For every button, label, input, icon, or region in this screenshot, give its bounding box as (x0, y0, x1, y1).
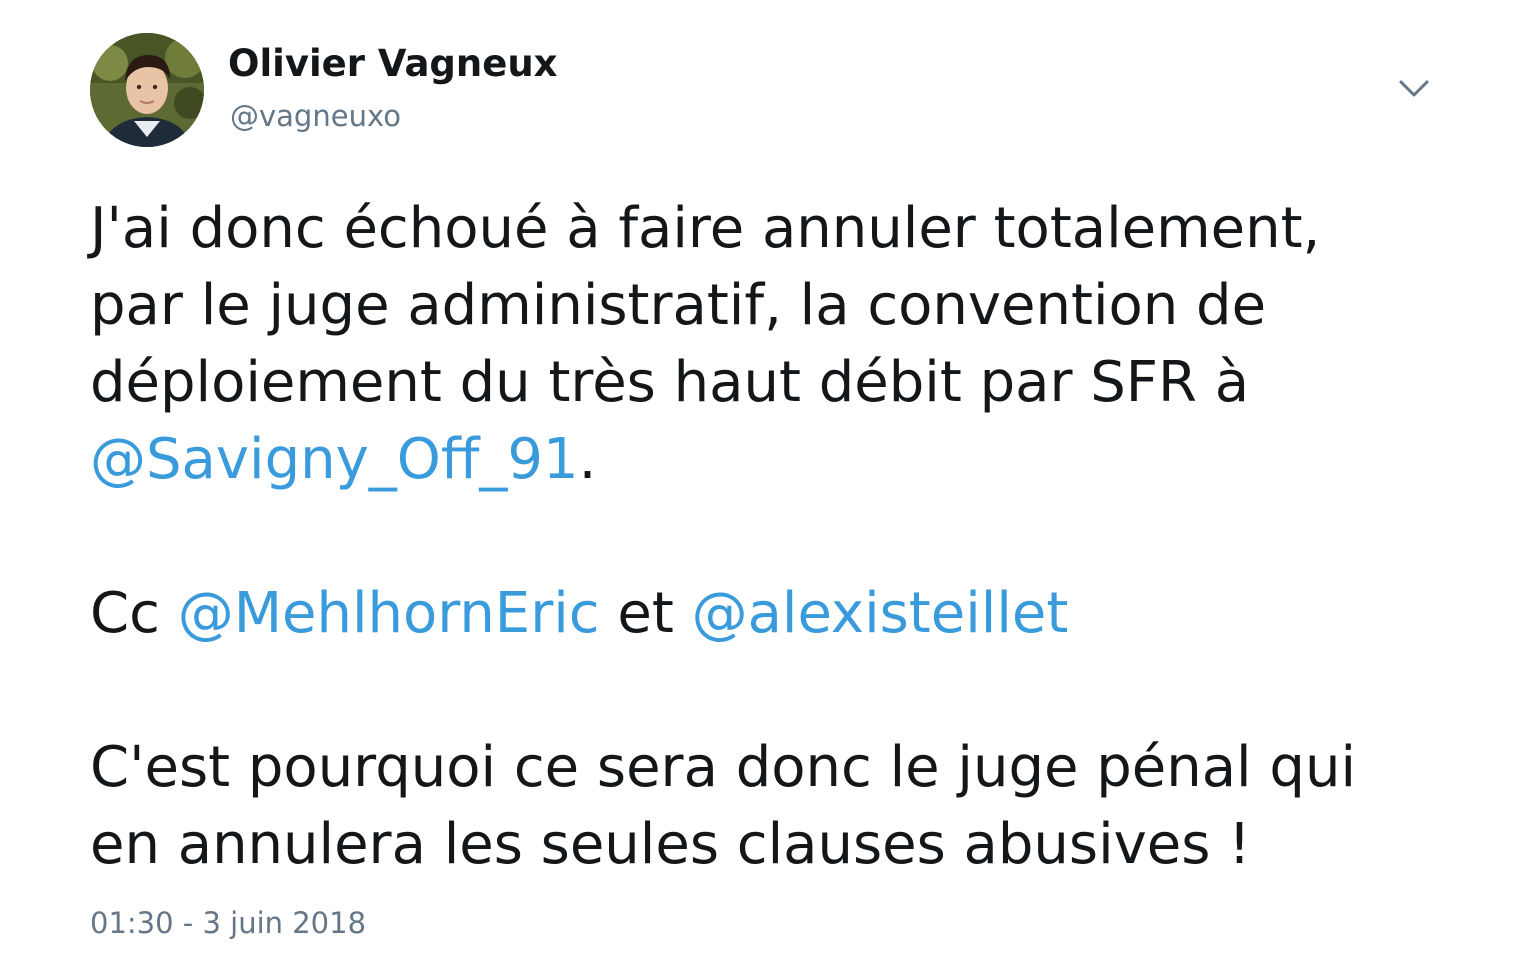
mention-savigny-off-91[interactable]: @Savigny_Off_91 (90, 427, 579, 492)
avatar[interactable] (90, 33, 204, 147)
tweet-text-line: en annulera les seules clauses abusives … (90, 812, 1251, 877)
tweet-text-line: déploiement du très haut débit par SFR à (90, 350, 1250, 415)
tweet-text-line: C'est pourquoi ce sera donc le juge péna… (90, 735, 1357, 800)
chevron-down-icon[interactable] (1394, 72, 1434, 106)
tweet-text: J'ai donc échoué à faire annuler totalem… (90, 190, 1470, 883)
mention-mehlhorneric[interactable]: @MehlhornEric (178, 581, 600, 646)
cc-conjunction: et (599, 581, 692, 646)
tweet-text-period: . (578, 427, 597, 492)
author-handle[interactable]: @vagneuxo (230, 97, 401, 135)
tweet-text-line: @Savigny_Off_91. (90, 421, 1470, 498)
tweet-text-line: par le juge administratif, la convention… (90, 273, 1267, 338)
author-display-name[interactable]: Olivier Vagneux (228, 40, 558, 88)
tweet-text-line: J'ai donc échoué à faire annuler totalem… (90, 196, 1321, 261)
tweet-timestamp[interactable]: 01:30 - 3 juin 2018 (90, 903, 366, 943)
profile-photo (90, 33, 204, 147)
tweet-text-line: Cc @MehlhornEric et @alexisteillet (90, 575, 1470, 652)
tweet-card: Olivier Vagneux @vagneuxo J'ai donc écho… (0, 0, 1524, 971)
mention-alexisteillet[interactable]: @alexisteillet (692, 581, 1069, 646)
cc-prefix: Cc (90, 581, 178, 646)
